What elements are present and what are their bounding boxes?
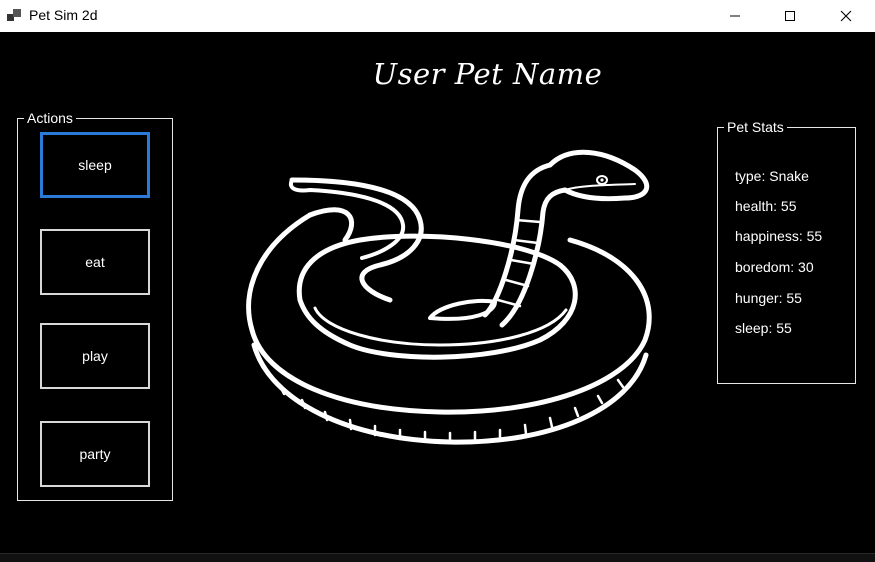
minimize-button[interactable] bbox=[707, 0, 763, 32]
stat-sleep: sleep: 55 bbox=[735, 320, 792, 336]
window-title: Pet Sim 2d bbox=[29, 7, 98, 23]
maximize-button[interactable] bbox=[762, 0, 818, 32]
play-button[interactable]: play bbox=[40, 323, 150, 389]
snake-image bbox=[246, 149, 652, 445]
pet-name-heading: User Pet Name bbox=[372, 57, 603, 91]
pet-stats-legend: Pet Stats bbox=[724, 119, 787, 135]
sleep-button[interactable]: sleep bbox=[40, 132, 150, 198]
close-button[interactable] bbox=[818, 0, 874, 32]
stat-type: type: Snake bbox=[735, 168, 809, 184]
actions-legend: Actions bbox=[24, 110, 76, 126]
party-button[interactable]: party bbox=[40, 421, 150, 487]
app-window-icon bbox=[7, 9, 21, 21]
title-bar[interactable]: Pet Sim 2d bbox=[0, 0, 875, 32]
app-window: Pet Sim 2d User Pet Name Actions sleep e… bbox=[0, 0, 875, 562]
stat-boredom: boredom: 30 bbox=[735, 259, 814, 275]
close-icon bbox=[840, 10, 852, 22]
stat-health: health: 55 bbox=[735, 198, 797, 214]
minimize-icon bbox=[730, 15, 740, 17]
stat-hunger: hunger: 55 bbox=[735, 290, 802, 306]
maximize-icon bbox=[785, 11, 795, 21]
eat-button[interactable]: eat bbox=[40, 229, 150, 295]
pet-stats-group: Pet Stats type: Snake health: 55 happine… bbox=[717, 119, 856, 384]
actions-group: Actions sleep eat play party bbox=[17, 110, 173, 501]
stat-happiness: happiness: 55 bbox=[735, 228, 823, 244]
